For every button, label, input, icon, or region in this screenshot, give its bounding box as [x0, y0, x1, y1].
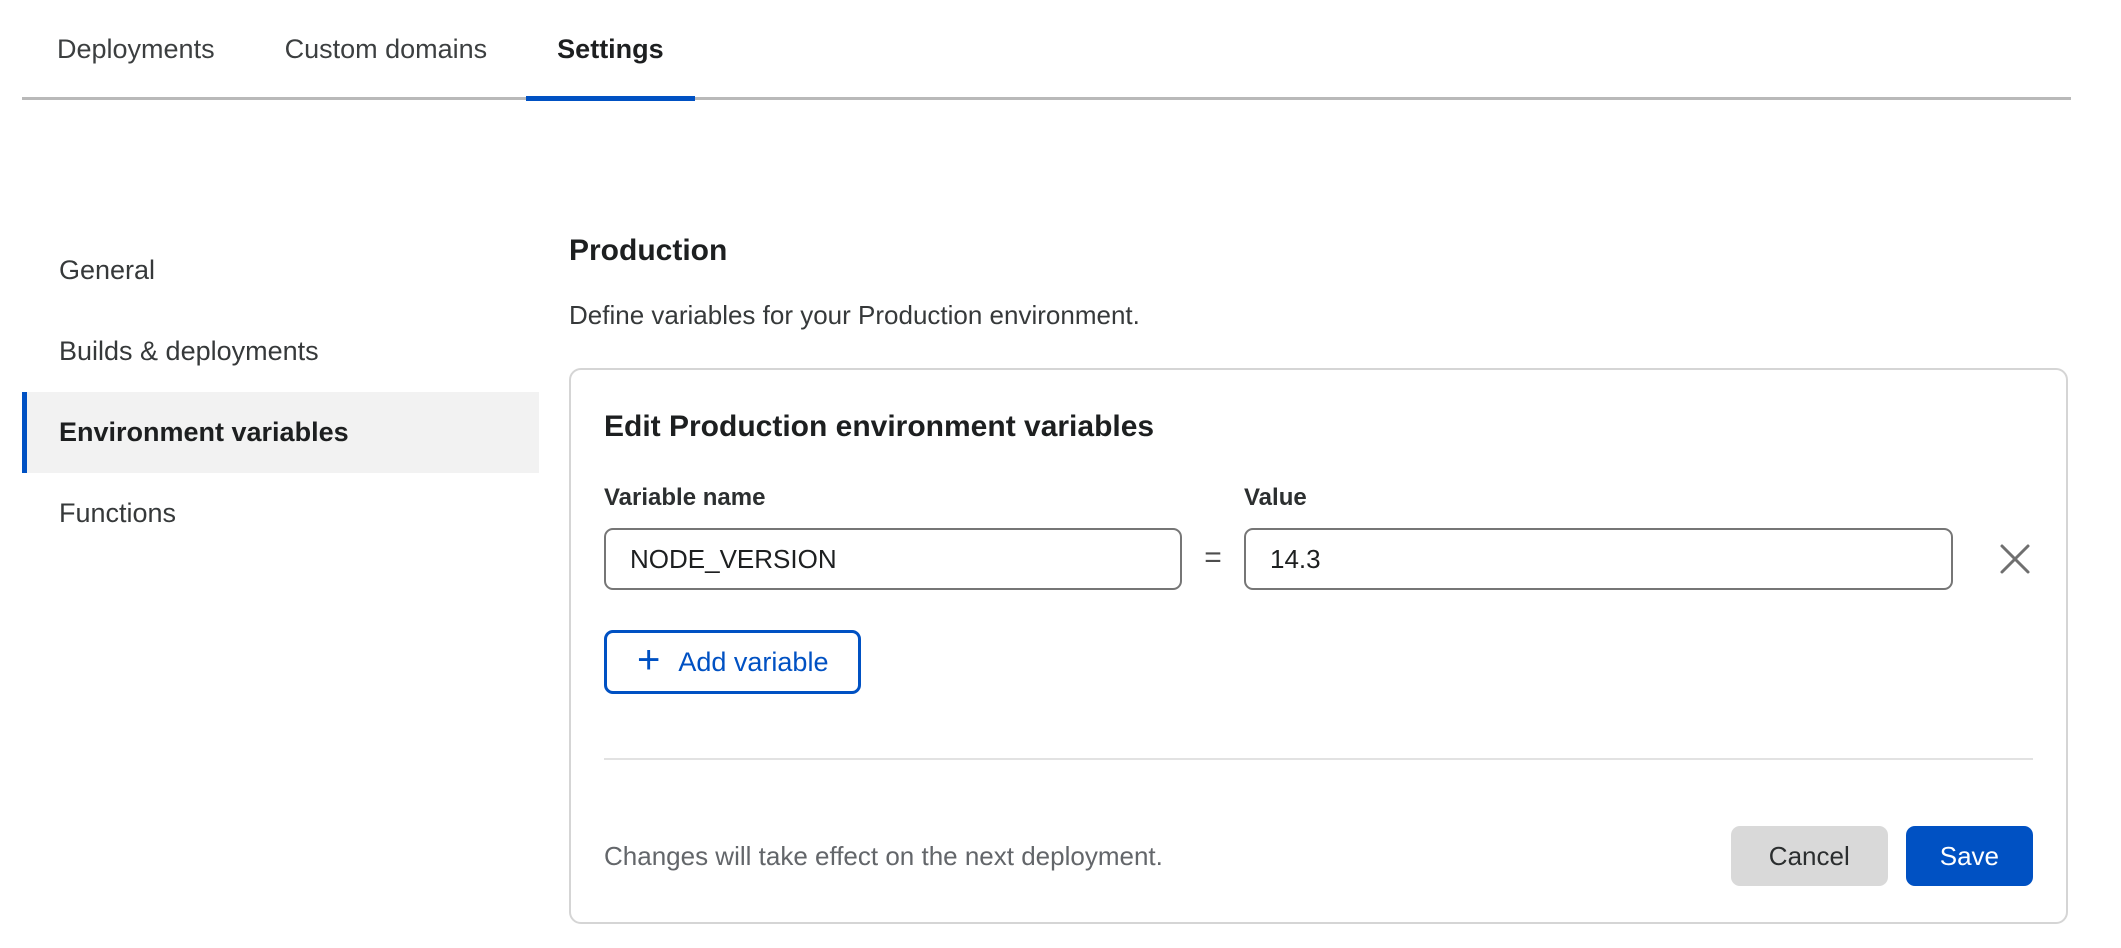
variable-name-label: Variable name [604, 486, 1182, 510]
variable-name-input[interactable] [604, 528, 1182, 590]
equals-sign: = [1182, 543, 1244, 573]
sidebar-item-environment-variables[interactable]: Environment variables [22, 392, 539, 473]
sidebar-item-builds-deployments[interactable]: Builds & deployments [22, 311, 539, 392]
tab-bar: Deployments Custom domains Settings [22, 0, 2071, 100]
variable-value-field-group: Value [1244, 486, 1953, 590]
close-icon [1998, 542, 2032, 576]
add-variable-button[interactable]: + Add variable [604, 630, 861, 694]
variable-value-input[interactable] [1244, 528, 1953, 590]
footer-note: Changes will take effect on the next dep… [604, 841, 1731, 872]
add-variable-label: Add variable [678, 647, 828, 678]
sidebar-item-functions[interactable]: Functions [22, 473, 539, 554]
value-label: Value [1244, 486, 1953, 510]
save-button[interactable]: Save [1906, 826, 2033, 886]
card-title: Edit Production environment variables [604, 410, 2033, 444]
edit-variables-card: Edit Production environment variables Va… [569, 368, 2068, 924]
variable-name-field-group: Variable name [604, 486, 1182, 590]
tab-settings[interactable]: Settings [557, 0, 664, 97]
environment-variables-panel: Production Define variables for your Pro… [569, 230, 2068, 924]
sidebar-item-general[interactable]: General [22, 230, 539, 311]
section-description: Define variables for your Production env… [569, 300, 2068, 331]
settings-sidebar: General Builds & deployments Environment… [22, 230, 539, 554]
section-title: Production [569, 234, 2068, 268]
tab-custom-domains[interactable]: Custom domains [285, 0, 488, 97]
card-divider [604, 758, 2033, 760]
settings-content: General Builds & deployments Environment… [0, 100, 2121, 924]
remove-variable-button[interactable] [1997, 541, 2033, 577]
card-footer: Changes will take effect on the next dep… [604, 826, 2033, 886]
variable-row: Variable name = Value [604, 486, 2033, 590]
cancel-button[interactable]: Cancel [1731, 826, 1888, 886]
tab-deployments[interactable]: Deployments [57, 0, 215, 97]
